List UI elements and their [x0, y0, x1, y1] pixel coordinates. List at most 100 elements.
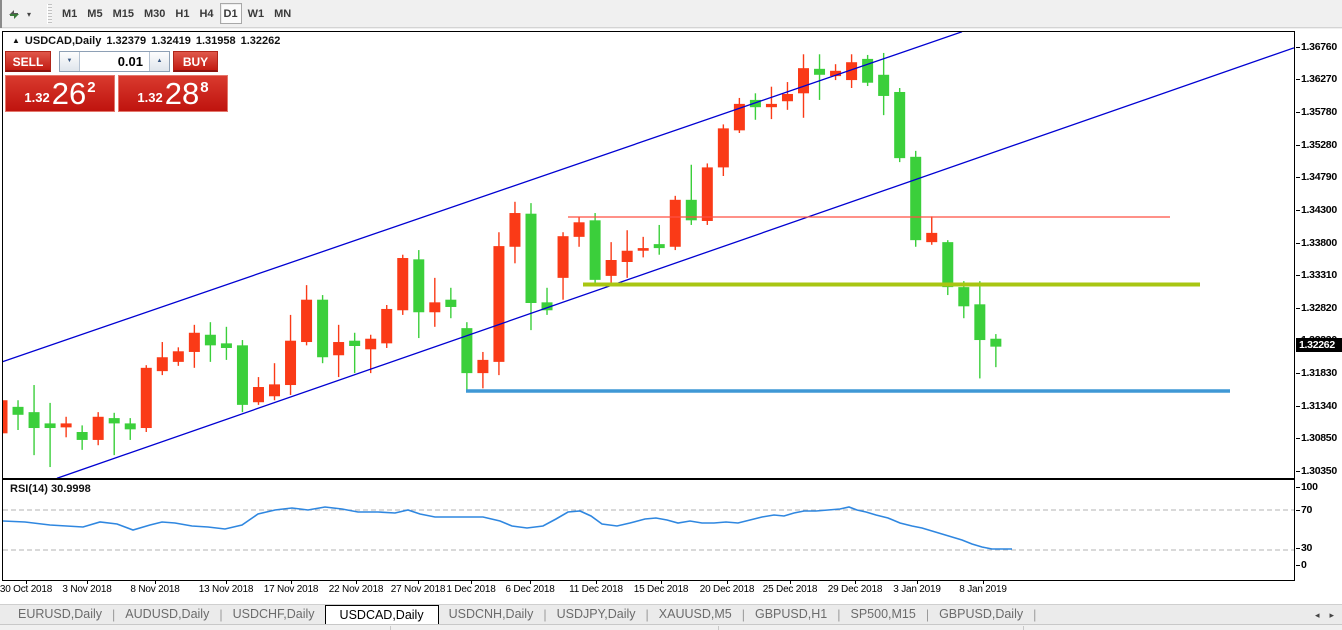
tab-xauusd-m5[interactable]: XAUUSD,M5 [649, 605, 742, 624]
candle-body [3, 400, 8, 433]
candle [926, 216, 937, 244]
candle-body [429, 302, 440, 312]
date-tick-label: 30 Oct 2018 [0, 584, 52, 595]
tab-usdjpy-daily[interactable]: USDJPY,Daily [547, 605, 646, 624]
ohlc-close: 1.32262 [241, 35, 281, 47]
date-tick-label: 29 Dec 2018 [828, 584, 883, 595]
price-tick-label: 1.30350 [1301, 465, 1342, 477]
chart-shift-tool[interactable]: ▾ [6, 4, 31, 24]
tab-audusd-daily[interactable]: AUDUSD,Daily [115, 605, 219, 624]
volume-decrease-button[interactable]: ▼ [60, 52, 80, 71]
candle-body [878, 75, 889, 96]
candle-body [926, 233, 937, 242]
candle-body [477, 360, 488, 373]
candle [253, 377, 264, 405]
status-divider [718, 626, 719, 630]
candle [525, 203, 536, 330]
chart-title: ▲USDCAD,Daily1.323791.324191.319581.3226… [12, 35, 280, 47]
candle-body [61, 423, 72, 427]
candle [974, 281, 985, 378]
candle [13, 400, 24, 430]
candle-body [253, 387, 264, 402]
candle-body [125, 423, 136, 429]
candle [29, 385, 40, 455]
candle-body [638, 248, 649, 251]
date-tick-label: 22 Nov 2018 [329, 584, 384, 595]
candle [93, 412, 104, 445]
volume-input[interactable]: 0.01 [80, 52, 149, 71]
price-tick [1296, 406, 1300, 407]
price-tick [1296, 438, 1300, 439]
candle [878, 53, 889, 115]
channel-lower-line[interactable] [57, 48, 1294, 478]
ohlc-low: 1.31958 [196, 35, 236, 47]
pane-separator[interactable] [3, 478, 1294, 480]
rsi-tick [1296, 487, 1300, 488]
buy-price-box[interactable]: 1.32288 [118, 75, 228, 112]
candle [782, 82, 793, 110]
rsi-tick [1296, 510, 1300, 511]
tab-usdcad-daily[interactable]: USDCAD,Daily [325, 605, 439, 625]
date-tick-label: 13 Nov 2018 [199, 584, 254, 595]
chart-tabs: EURUSD,Daily|AUDUSD,Daily|USDCHF,DailyUS… [0, 605, 1036, 625]
timeframe-button-m1[interactable]: M1 [58, 3, 81, 24]
rsi-pane[interactable] [3, 507, 1294, 550]
candle [894, 88, 905, 162]
toolbar-drag-handle[interactable] [47, 4, 52, 24]
candle [189, 325, 200, 368]
timeframe-button-m30[interactable]: M30 [140, 3, 169, 24]
candle [558, 232, 569, 299]
candle [237, 340, 248, 412]
tab-scroll-right-icon[interactable]: ▸ [1329, 610, 1334, 621]
tab-sp500-m15[interactable]: SP500,M15 [840, 605, 925, 624]
timeframe-toolbar: M1M5M15M30H1H4D1W1MN [58, 3, 297, 24]
tab-scroll-left-icon[interactable]: ◂ [1315, 610, 1320, 621]
candle [141, 365, 152, 432]
tab-usdcnh-daily[interactable]: USDCNH,Daily [439, 605, 544, 624]
rsi-value: 30.9998 [51, 483, 91, 495]
tab-gbpusd-daily[interactable]: GBPUSD,Daily [929, 605, 1033, 624]
candle-body [237, 345, 248, 405]
candle-body [141, 368, 152, 428]
dropdown-caret-icon[interactable]: ▾ [27, 10, 31, 19]
sell-price-box[interactable]: 1.32262 [5, 75, 115, 112]
candle [622, 230, 633, 278]
price-tick [1296, 471, 1300, 472]
timeframe-button-d1[interactable]: D1 [220, 3, 242, 24]
timeframe-button-w1[interactable]: W1 [244, 3, 269, 24]
timeframe-button-h4[interactable]: H4 [195, 3, 217, 24]
candle [349, 333, 360, 373]
sell-button[interactable]: SELL [5, 51, 51, 72]
price-tick [1296, 145, 1300, 146]
price-tick [1296, 210, 1300, 211]
candle [125, 418, 136, 440]
candle [509, 202, 520, 264]
date-tick-label: 3 Nov 2018 [62, 584, 111, 595]
timeframe-button-m5[interactable]: M5 [83, 3, 106, 24]
candle-body [365, 339, 376, 350]
candle [493, 232, 504, 375]
candle [285, 315, 296, 395]
date-tick-label: 6 Dec 2018 [505, 584, 554, 595]
candle-body [93, 417, 104, 440]
tab-eurusd-daily[interactable]: EURUSD,Daily [8, 605, 112, 624]
status-divider [390, 626, 391, 630]
timeframe-button-h1[interactable]: H1 [171, 3, 193, 24]
collapse-icon[interactable]: ▲ [12, 36, 20, 45]
candle-body [894, 92, 905, 158]
buy-price-big: 28 [165, 78, 199, 109]
price-tick-label: 1.31830 [1301, 367, 1342, 379]
timeframe-button-m15[interactable]: M15 [109, 3, 138, 24]
candle [702, 163, 713, 225]
candle-body [718, 128, 729, 167]
buy-button[interactable]: BUY [173, 51, 218, 72]
tab-usdchf-daily[interactable]: USDCHF,Daily [223, 605, 325, 624]
volume-increase-button[interactable]: ▲ [149, 52, 169, 71]
date-tick-label: 17 Nov 2018 [264, 584, 319, 595]
tab-gbpusd-h1[interactable]: GBPUSD,H1 [745, 605, 837, 624]
candle-body [333, 342, 344, 355]
candle-body [493, 246, 504, 362]
timeframe-button-mn[interactable]: MN [270, 3, 295, 24]
date-tick-label: 8 Nov 2018 [130, 584, 179, 595]
candle [413, 250, 424, 338]
